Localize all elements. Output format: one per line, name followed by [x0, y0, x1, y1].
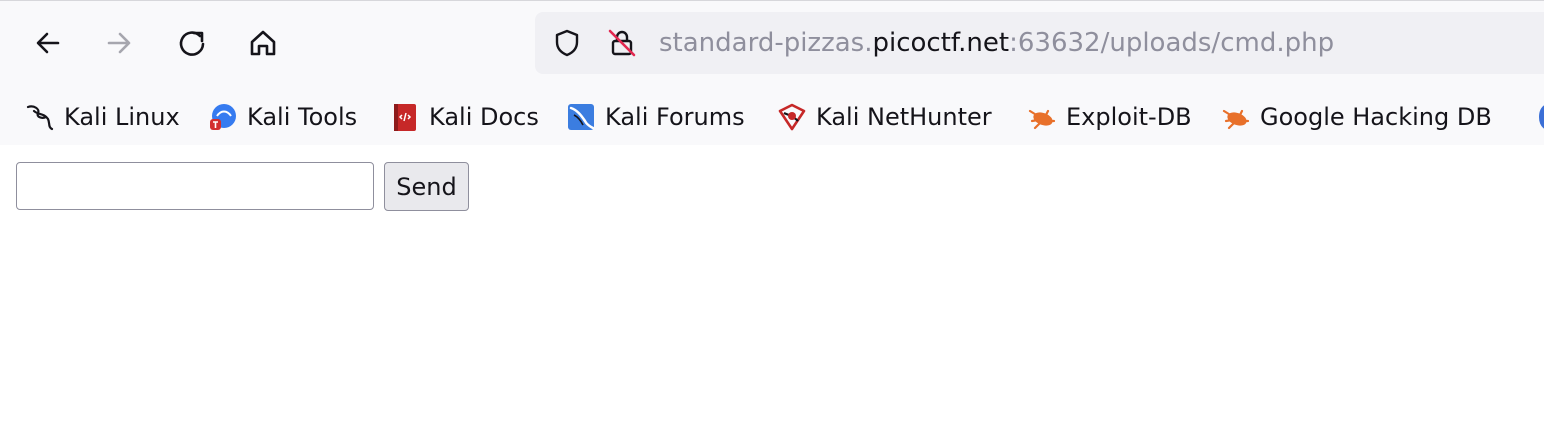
url-subdomain: standard-pizzas.: [659, 28, 873, 58]
kali-dragon-icon: [24, 101, 56, 133]
forward-button[interactable]: [99, 23, 139, 63]
bookmarks-toolbar: Kali Linux Kali Tools Kali Docs Kali For…: [0, 89, 1544, 145]
bookmark-kali-nethunter[interactable]: Kali NetHunter: [776, 99, 992, 135]
bookmark-kali-docs[interactable]: Kali Docs: [389, 99, 539, 135]
home-button[interactable]: [243, 23, 283, 63]
insecure-lock-icon[interactable]: [607, 28, 637, 58]
bookmark-label: Kali Linux: [64, 103, 180, 131]
bookmark-kali-tools[interactable]: Kali Tools: [207, 99, 357, 135]
browser-chrome: standard-pizzas.picoctf.net:63632/upload…: [0, 0, 1544, 146]
reload-button[interactable]: [172, 23, 212, 63]
send-button[interactable]: Send: [384, 162, 469, 211]
bookmark-label: Kali Forums: [605, 103, 745, 131]
bookmark-kali-forums[interactable]: Kali Forums: [565, 99, 745, 135]
arrow-left-icon: [36, 32, 60, 54]
bookmark-overflow-partial[interactable]: [1528, 99, 1544, 135]
exploit-db-icon: [1026, 101, 1058, 133]
bookmark-label: Kali Tools: [247, 103, 358, 131]
reload-icon: [179, 31, 205, 56]
bookmark-google-hacking-db[interactable]: Google Hacking DB: [1220, 99, 1492, 135]
home-icon: [250, 30, 276, 56]
bookmark-label: Google Hacking DB: [1260, 103, 1492, 131]
exploit-db-icon: [1220, 101, 1252, 133]
page-content: Send: [0, 145, 1544, 432]
bookmark-exploit-db[interactable]: Exploit-DB: [1026, 99, 1192, 135]
command-input[interactable]: [16, 162, 374, 210]
url-path: :63632/uploads/cmd.php: [1009, 28, 1335, 58]
bookmark-label: Exploit-DB: [1066, 103, 1192, 131]
url-bar[interactable]: standard-pizzas.picoctf.net:63632/upload…: [535, 12, 1544, 74]
navigation-toolbar: standard-pizzas.picoctf.net:63632/upload…: [0, 1, 1544, 89]
kali-nethunter-icon: [776, 101, 808, 133]
bookmark-label: Kali Docs: [429, 103, 539, 131]
url-domain: picoctf.net: [872, 28, 1010, 58]
arrow-right-icon: [107, 32, 131, 54]
bookmark-kali-linux[interactable]: Kali Linux: [24, 99, 180, 135]
url-text[interactable]: standard-pizzas.picoctf.net:63632/upload…: [659, 26, 1334, 60]
back-button[interactable]: [28, 23, 68, 63]
kali-forums-icon: [565, 101, 597, 133]
kali-docs-icon: [389, 101, 421, 133]
partial-bookmark-icon: [1528, 101, 1544, 133]
bookmark-label: Kali NetHunter: [816, 103, 992, 131]
kali-tools-icon: [207, 101, 239, 133]
shield-icon[interactable]: [552, 28, 582, 58]
